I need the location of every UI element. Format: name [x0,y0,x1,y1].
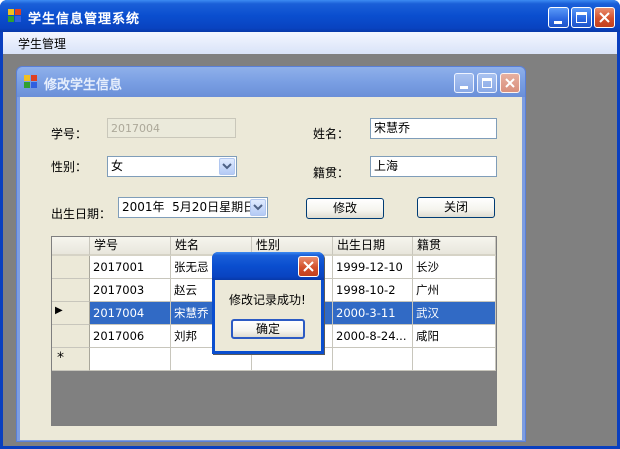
row-header[interactable] [52,325,90,348]
row-header[interactable] [52,256,90,279]
gender-dropdown-button[interactable] [219,158,235,175]
row-header[interactable] [52,279,90,302]
cell-id[interactable]: 2017003 [90,279,171,302]
hometown-label: 籍贯： [313,166,350,180]
cell-birth-date[interactable]: 1999-12-10 [333,256,413,279]
minimize-icon [460,86,468,89]
close-form-button[interactable]: 关闭 [417,197,495,218]
edit-student-title: 修改学生信息 [44,78,123,93]
current-row-arrow-icon: ▶ [55,305,63,316]
cell-hometown[interactable]: 广州 [413,279,496,302]
cell-id[interactable]: 2017001 [90,256,171,279]
column-header-id[interactable]: 学号 [90,237,171,256]
cell-birth-date[interactable]: 1998-10-2 [333,279,413,302]
form-icon [24,75,38,89]
cell-id[interactable]: 2017004 [90,302,171,325]
minimize-icon [554,21,562,24]
cell-birth-date[interactable]: 2000-8-24... [333,325,413,348]
edit-student-title-bar[interactable]: 修改学生信息 [17,67,525,97]
birth-date-value: 2001年 5月20日星期日 [122,200,256,214]
message-dialog: 修改记录成功! 确定 [212,252,324,354]
cell-hometown[interactable]: 咸阳 [413,325,496,348]
dialog-message: 修改记录成功! [229,293,306,307]
app-icon [8,9,22,23]
close-button[interactable] [594,7,615,28]
modify-button[interactable]: 修改 [306,198,384,219]
chevron-down-icon [253,204,263,211]
dialog-body: 修改记录成功! 确定 [215,280,321,351]
birth-date-picker[interactable]: 2001年 5月20日星期日 [118,197,268,218]
child-close-button[interactable] [500,73,520,93]
grid-corner-header [52,237,90,256]
close-icon [599,12,610,23]
main-title-bar[interactable]: 学生信息管理系统 [0,0,620,32]
cell-birth-date[interactable]: 2000-3-11 [333,302,413,325]
column-header-birth-date[interactable]: 出生日期 [333,237,413,256]
chevron-down-icon [222,163,232,170]
gender-label: 性别： [51,160,88,174]
birth-date-label: 出生日期： [51,207,112,221]
dialog-close-button[interactable] [298,256,319,277]
close-icon [505,78,515,88]
maximize-button[interactable] [571,7,592,28]
cell-empty[interactable] [90,348,171,371]
column-header-hometown[interactable]: 籍贯 [413,237,496,256]
minimize-button[interactable] [548,7,569,28]
student-id-field[interactable]: 2017004 [107,118,236,138]
menu-student-management[interactable]: 学生管理 [18,35,66,52]
hometown-field[interactable]: 上海 [370,156,497,177]
child-minimize-button[interactable] [454,73,474,93]
cell-hometown[interactable]: 武汉 [413,302,496,325]
cell-hometown[interactable]: 长沙 [413,256,496,279]
cell-empty[interactable] [333,348,413,371]
dialog-ok-button[interactable]: 确定 [231,319,305,339]
dialog-title-bar[interactable] [212,252,324,280]
row-header[interactable]: ▶ [52,302,90,325]
student-id-label: 学号： [51,127,88,141]
main-window-title: 学生信息管理系统 [28,12,141,27]
name-label: 姓名： [313,127,350,141]
name-field[interactable]: 宋慧乔 [370,118,497,139]
gender-combobox[interactable]: 女 [107,156,237,177]
close-icon [303,261,314,272]
cell-empty[interactable] [413,348,496,371]
maximize-icon [576,12,587,23]
new-row-asterisk-icon: * [57,350,64,366]
row-header[interactable]: * [52,348,90,371]
gender-value: 女 [111,159,124,173]
cell-id[interactable]: 2017006 [90,325,171,348]
child-maximize-button[interactable] [477,73,497,93]
maximize-icon [482,78,492,88]
birth-date-dropdown-button[interactable] [250,199,266,216]
menu-bar: 学生管理 [3,32,617,54]
